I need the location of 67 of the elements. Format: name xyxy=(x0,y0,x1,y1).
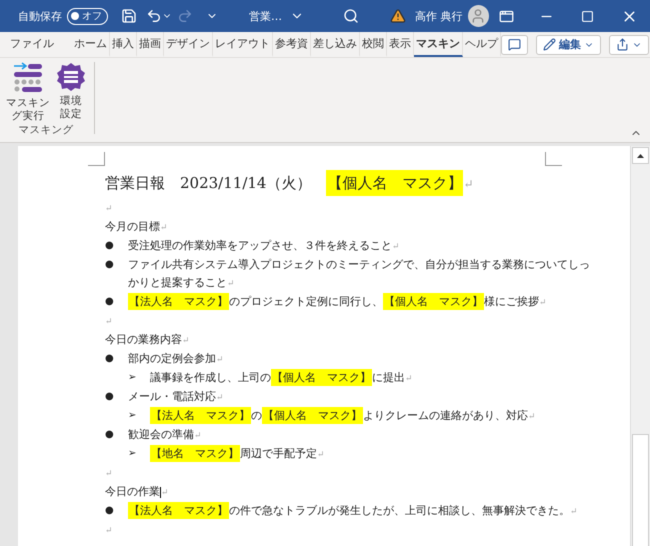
paragraph: 【法人名 マスク】の件で急なトラブルが発生したが、上司に相談し、無事解決できた。↵ xyxy=(128,502,578,521)
ribbon-tab[interactable]: 挿入 xyxy=(110,32,137,57)
arrow-marker: ➢ xyxy=(128,447,136,461)
bullet-marker: ● xyxy=(105,504,114,518)
paragraph: 今月の目標↵ xyxy=(105,219,168,235)
paragraph: 議事録を作成し、上司の【個人名 マスク】に提出↵ xyxy=(150,369,414,388)
paragraph: 【法人名 マスク】の【個人名 マスク】よりクレームの連絡があり、対応↵ xyxy=(150,407,536,426)
user-name[interactable]: 高作 典行 xyxy=(415,8,462,24)
paragraph: 今日の業務内容↵ xyxy=(105,332,190,348)
ribbon-display-icon[interactable] xyxy=(499,8,514,24)
paragraph: 部内の定例会参加↵ xyxy=(128,351,224,367)
maximize-icon[interactable] xyxy=(581,10,594,22)
ribbon-tab[interactable]: 差し込み xyxy=(311,32,360,57)
up-arrow-icon xyxy=(637,154,644,158)
corner-mark xyxy=(545,152,562,166)
ribbon-tab[interactable]: デザイン xyxy=(164,32,213,57)
bullet-marker: ● xyxy=(105,428,114,442)
share-button[interactable] xyxy=(609,34,649,54)
arrow-marker: ➢ xyxy=(128,371,136,385)
group-label: マスキング xyxy=(18,123,74,137)
avatar-icon[interactable] xyxy=(468,5,489,27)
comment-icon xyxy=(508,38,521,51)
autosave-label: 自動保存 xyxy=(18,8,62,24)
ribbon-tab[interactable]: ファイル xyxy=(8,32,56,57)
ribbon-tab[interactable]: レイアウト xyxy=(213,32,273,57)
ribbon-tab[interactable]: 表示 xyxy=(387,32,414,57)
autosave-toggle[interactable]: オフ xyxy=(67,8,108,24)
ribbon-tab[interactable]: 描画 xyxy=(137,32,164,57)
paragraph-mark: ↵ xyxy=(105,525,114,538)
masking-run-button[interactable]: マスキング実行 xyxy=(6,62,50,123)
comment-button[interactable] xyxy=(501,34,528,54)
bullet-marker: ● xyxy=(105,390,114,404)
scroll-up-button[interactable] xyxy=(632,147,649,164)
paragraph: 受注処理の作業効率をアップさせ、３件を終えること↵ xyxy=(128,238,400,254)
paragraph: 今日の作業↵ xyxy=(105,484,170,500)
share-icon xyxy=(616,38,629,51)
paragraph: メール・電話対応↵ xyxy=(128,389,224,405)
ribbon-tab[interactable]: 参考資 xyxy=(273,32,311,57)
edit-button[interactable]: 編集 xyxy=(536,34,601,54)
scroll-thumb[interactable] xyxy=(632,434,649,546)
save-icon[interactable] xyxy=(121,8,137,24)
arrow-marker: ➢ xyxy=(128,409,136,423)
paragraph-mark: ↵ xyxy=(105,468,114,481)
paragraph-mark: ↵ xyxy=(105,316,114,329)
bullet-marker: ● xyxy=(105,352,114,366)
paragraph-mark: ↵ xyxy=(105,203,114,216)
bullet-marker: ● xyxy=(105,258,114,272)
paragraph: ファイル共有システム導入プロジェクトのミーティングで、自分が担当する業務についてしっかりと提案すること↵ xyxy=(128,257,590,291)
document-title[interactable]: 営業… xyxy=(249,8,304,24)
paragraph: 【地名 マスク】周辺で手配予定↵ xyxy=(150,445,326,464)
ribbon-tab[interactable]: 校閲 xyxy=(360,32,387,57)
masking-run-icon xyxy=(12,62,44,94)
undo-icon[interactable] xyxy=(146,8,172,24)
bullet-marker: ● xyxy=(105,295,114,309)
ribbon-tab[interactable]: ホーム xyxy=(72,32,110,57)
settings-icon xyxy=(56,62,86,92)
paragraph: 歓迎会の準備↵ xyxy=(128,427,202,443)
search-icon[interactable] xyxy=(343,8,359,24)
settings-button[interactable]: 環境設定 xyxy=(56,62,86,123)
corner-mark xyxy=(88,152,105,166)
bullet-marker: ● xyxy=(105,239,114,253)
document-heading: 営業日報 2023/11/14（火） 【個人名 マスク】↵ xyxy=(105,168,474,199)
paragraph: 【法人名 マスク】のプロジェクト定例に同行し、【個人名 マスク】様にご挨拶↵ xyxy=(128,293,548,312)
scrollbar[interactable] xyxy=(630,146,650,546)
pencil-icon xyxy=(543,38,556,51)
ribbon-tab[interactable]: マスキン xyxy=(414,32,463,57)
warning-icon[interactable] xyxy=(390,8,406,24)
